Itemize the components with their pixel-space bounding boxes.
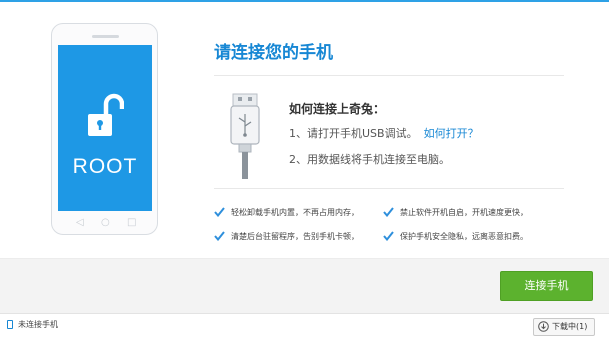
feature-text: 轻松卸载手机内置，不再占用内存， — [231, 208, 359, 217]
feature-item: 保护手机安全隐私，远离恶意扣费。 — [383, 231, 528, 243]
phone-nav-keys: ◁ ○ □ — [52, 216, 159, 230]
download-icon — [538, 321, 549, 332]
step-one: 1、请打开手机USB调试。 如何打开？ — [289, 125, 479, 141]
divider — [214, 75, 564, 76]
phone-speaker — [92, 35, 119, 38]
top-accent-line — [0, 0, 609, 2]
connect-phone-button[interactable]: 连接手机 — [500, 271, 593, 301]
phone-root-label: ROOT — [72, 155, 138, 178]
home-key-icon: ○ — [101, 217, 110, 228]
howto-title: 如何连接上奇兔： — [289, 102, 386, 116]
step-two: 2、用数据线将手机连接至电脑。 — [289, 153, 450, 166]
download-button[interactable]: 下载中(1) — [533, 318, 595, 336]
connection-status-text: 未连接手机 — [18, 320, 58, 329]
unlock-icon — [88, 93, 124, 136]
app-window: ROOT ◁ ○ □ 请连接您的手机 如何连接上奇兔： 1、请打开手机USB调试… — [0, 0, 609, 347]
page-title: 请连接您的手机 — [214, 43, 333, 63]
feature-text: 清楚后台驻留程序，告别手机卡顿， — [231, 232, 359, 241]
step-one-text: 1、请打开手机USB调试。 — [289, 127, 418, 140]
phone-status-icon — [7, 320, 13, 329]
check-icon — [383, 231, 394, 241]
status-bar — [0, 313, 609, 347]
feature-text: 禁止软件开机自启，开机速度更快， — [400, 208, 528, 217]
feature-item: 轻松卸载手机内置，不再占用内存， — [214, 207, 359, 219]
check-icon — [383, 207, 394, 217]
usb-cable-icon — [230, 93, 260, 179]
feature-item: 清楚后台驻留程序，告别手机卡顿， — [214, 231, 359, 243]
phone-illustration: ROOT ◁ ○ □ — [51, 23, 158, 235]
phone-screen: ROOT — [58, 45, 152, 211]
menu-key-icon: □ — [127, 217, 137, 228]
divider — [214, 188, 564, 189]
check-icon — [214, 231, 225, 241]
feature-item: 禁止软件开机自启，开机速度更快， — [383, 207, 528, 219]
feature-text: 保护手机安全隐私，远离恶意扣费。 — [400, 232, 528, 241]
connection-status: 未连接手机 — [7, 319, 58, 331]
how-to-open-link[interactable]: 如何打开？ — [424, 127, 479, 140]
check-icon — [214, 207, 225, 217]
download-label: 下载中(1) — [552, 322, 588, 331]
back-key-icon: ◁ — [76, 217, 84, 228]
